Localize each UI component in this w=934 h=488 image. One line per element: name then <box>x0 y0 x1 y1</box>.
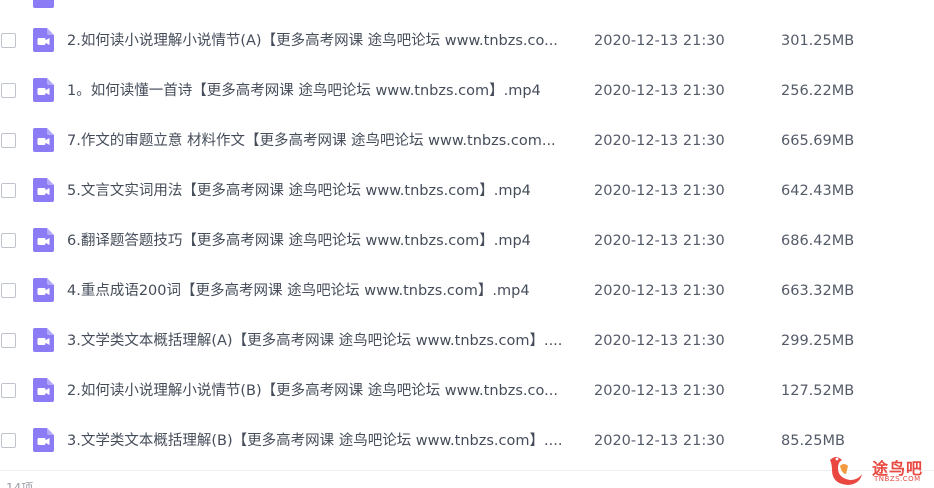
file-name[interactable]: 2.如何读小说理解小说情节(A)【更多高考网课 途鸟吧论坛 www.tnbzs.… <box>67 31 558 51</box>
video-file-icon <box>33 428 54 452</box>
file-name[interactable]: 1。如何读懂一首诗【更多高考网课 途鸟吧论坛 www.tnbzs.com】.mp… <box>67 81 541 101</box>
row-checkbox[interactable] <box>1 83 16 98</box>
item-count: 14项 <box>6 481 34 488</box>
file-name[interactable]: 2.如何读小说理解小说情节(B)【更多高考网课 途鸟吧论坛 www.tnbzs.… <box>67 381 558 401</box>
row-checkbox[interactable] <box>1 233 16 248</box>
file-name[interactable]: 7.作文的审题立意 材料作文【更多高考网课 途鸟吧论坛 www.tnbzs.co… <box>67 131 556 151</box>
watermark-subtext: TNBZS.COM <box>874 475 921 483</box>
file-size: 686.42MB <box>781 233 855 249</box>
file-name[interactable]: 3.文学类文本概括理解(A)【更多高考网课 途鸟吧论坛 www.tnbzs.co… <box>67 331 562 351</box>
file-date: 2020-12-13 21:30 <box>594 433 725 449</box>
file-date: 2020-12-13 21:30 <box>594 333 725 349</box>
row-checkbox[interactable] <box>1 333 16 348</box>
file-date: 2020-12-13 21:30 <box>594 33 725 49</box>
row-checkbox[interactable] <box>1 133 16 148</box>
video-file-icon <box>33 28 54 52</box>
file-size: 663.32MB <box>781 283 855 299</box>
video-file-icon <box>33 228 54 252</box>
row-checkbox[interactable] <box>1 183 16 198</box>
file-size: 256.22MB <box>781 83 855 99</box>
table-row-partial[interactable] <box>0 0 934 16</box>
file-browser: 2.如何读小说理解小说情节(A)【更多高考网课 途鸟吧论坛 www.tnbzs.… <box>0 0 934 488</box>
row-checkbox[interactable] <box>1 383 16 398</box>
file-list: 2.如何读小说理解小说情节(A)【更多高考网课 途鸟吧论坛 www.tnbzs.… <box>0 0 934 466</box>
file-size: 85.25MB <box>781 433 845 449</box>
file-size: 301.25MB <box>781 33 855 49</box>
file-name[interactable]: 3.文学类文本概括理解(B)【更多高考网课 途鸟吧论坛 www.tnbzs.co… <box>67 431 562 451</box>
file-date: 2020-12-13 21:30 <box>594 383 725 399</box>
file-name[interactable]: 4.重点成语200词【更多高考网课 途鸟吧论坛 www.tnbzs.com】.m… <box>67 281 530 301</box>
table-row[interactable]: 2.如何读小说理解小说情节(B)【更多高考网课 途鸟吧论坛 www.tnbzs.… <box>0 366 934 416</box>
video-file-icon <box>33 278 54 302</box>
table-row[interactable]: 5.文言文实词用法【更多高考网课 途鸟吧论坛 www.tnbzs.com】.mp… <box>0 166 934 216</box>
video-file-icon <box>33 178 54 202</box>
file-date: 2020-12-13 21:30 <box>594 83 725 99</box>
file-size: 642.43MB <box>781 183 855 199</box>
video-file-icon <box>33 128 54 152</box>
file-date: 2020-12-13 21:30 <box>594 233 725 249</box>
watermark-logo: 途鸟吧 TNBZS.COM <box>826 452 932 486</box>
file-size: 127.52MB <box>781 383 855 399</box>
table-row[interactable]: 6.翻译题答题技巧【更多高考网课 途鸟吧论坛 www.tnbzs.com】.mp… <box>0 216 934 266</box>
table-row[interactable]: 1。如何读懂一首诗【更多高考网课 途鸟吧论坛 www.tnbzs.com】.mp… <box>0 66 934 116</box>
table-row[interactable]: 3.文学类文本概括理解(B)【更多高考网课 途鸟吧论坛 www.tnbzs.co… <box>0 416 934 466</box>
video-file-icon <box>33 328 54 352</box>
video-file-icon <box>33 78 54 102</box>
table-row[interactable]: 4.重点成语200词【更多高考网课 途鸟吧论坛 www.tnbzs.com】.m… <box>0 266 934 316</box>
file-date: 2020-12-13 21:30 <box>594 133 725 149</box>
table-row[interactable]: 2.如何读小说理解小说情节(A)【更多高考网课 途鸟吧论坛 www.tnbzs.… <box>0 16 934 66</box>
table-row[interactable]: 7.作文的审题立意 材料作文【更多高考网课 途鸟吧论坛 www.tnbzs.co… <box>0 116 934 166</box>
file-date: 2020-12-13 21:30 <box>594 183 725 199</box>
row-checkbox[interactable] <box>1 433 16 448</box>
video-file-icon <box>33 0 54 8</box>
table-row[interactable]: 3.文学类文本概括理解(A)【更多高考网课 途鸟吧论坛 www.tnbzs.co… <box>0 316 934 366</box>
video-file-icon <box>33 378 54 402</box>
row-checkbox[interactable] <box>1 33 16 48</box>
row-checkbox[interactable] <box>1 283 16 298</box>
file-size: 299.25MB <box>781 333 855 349</box>
bird-logo-icon <box>830 457 862 485</box>
file-name[interactable]: 6.翻译题答题技巧【更多高考网课 途鸟吧论坛 www.tnbzs.com】.mp… <box>67 231 531 251</box>
file-size: 665.69MB <box>781 133 855 149</box>
file-name[interactable]: 5.文言文实词用法【更多高考网课 途鸟吧论坛 www.tnbzs.com】.mp… <box>67 181 531 201</box>
file-date: 2020-12-13 21:30 <box>594 283 725 299</box>
footer-divider <box>0 470 934 471</box>
